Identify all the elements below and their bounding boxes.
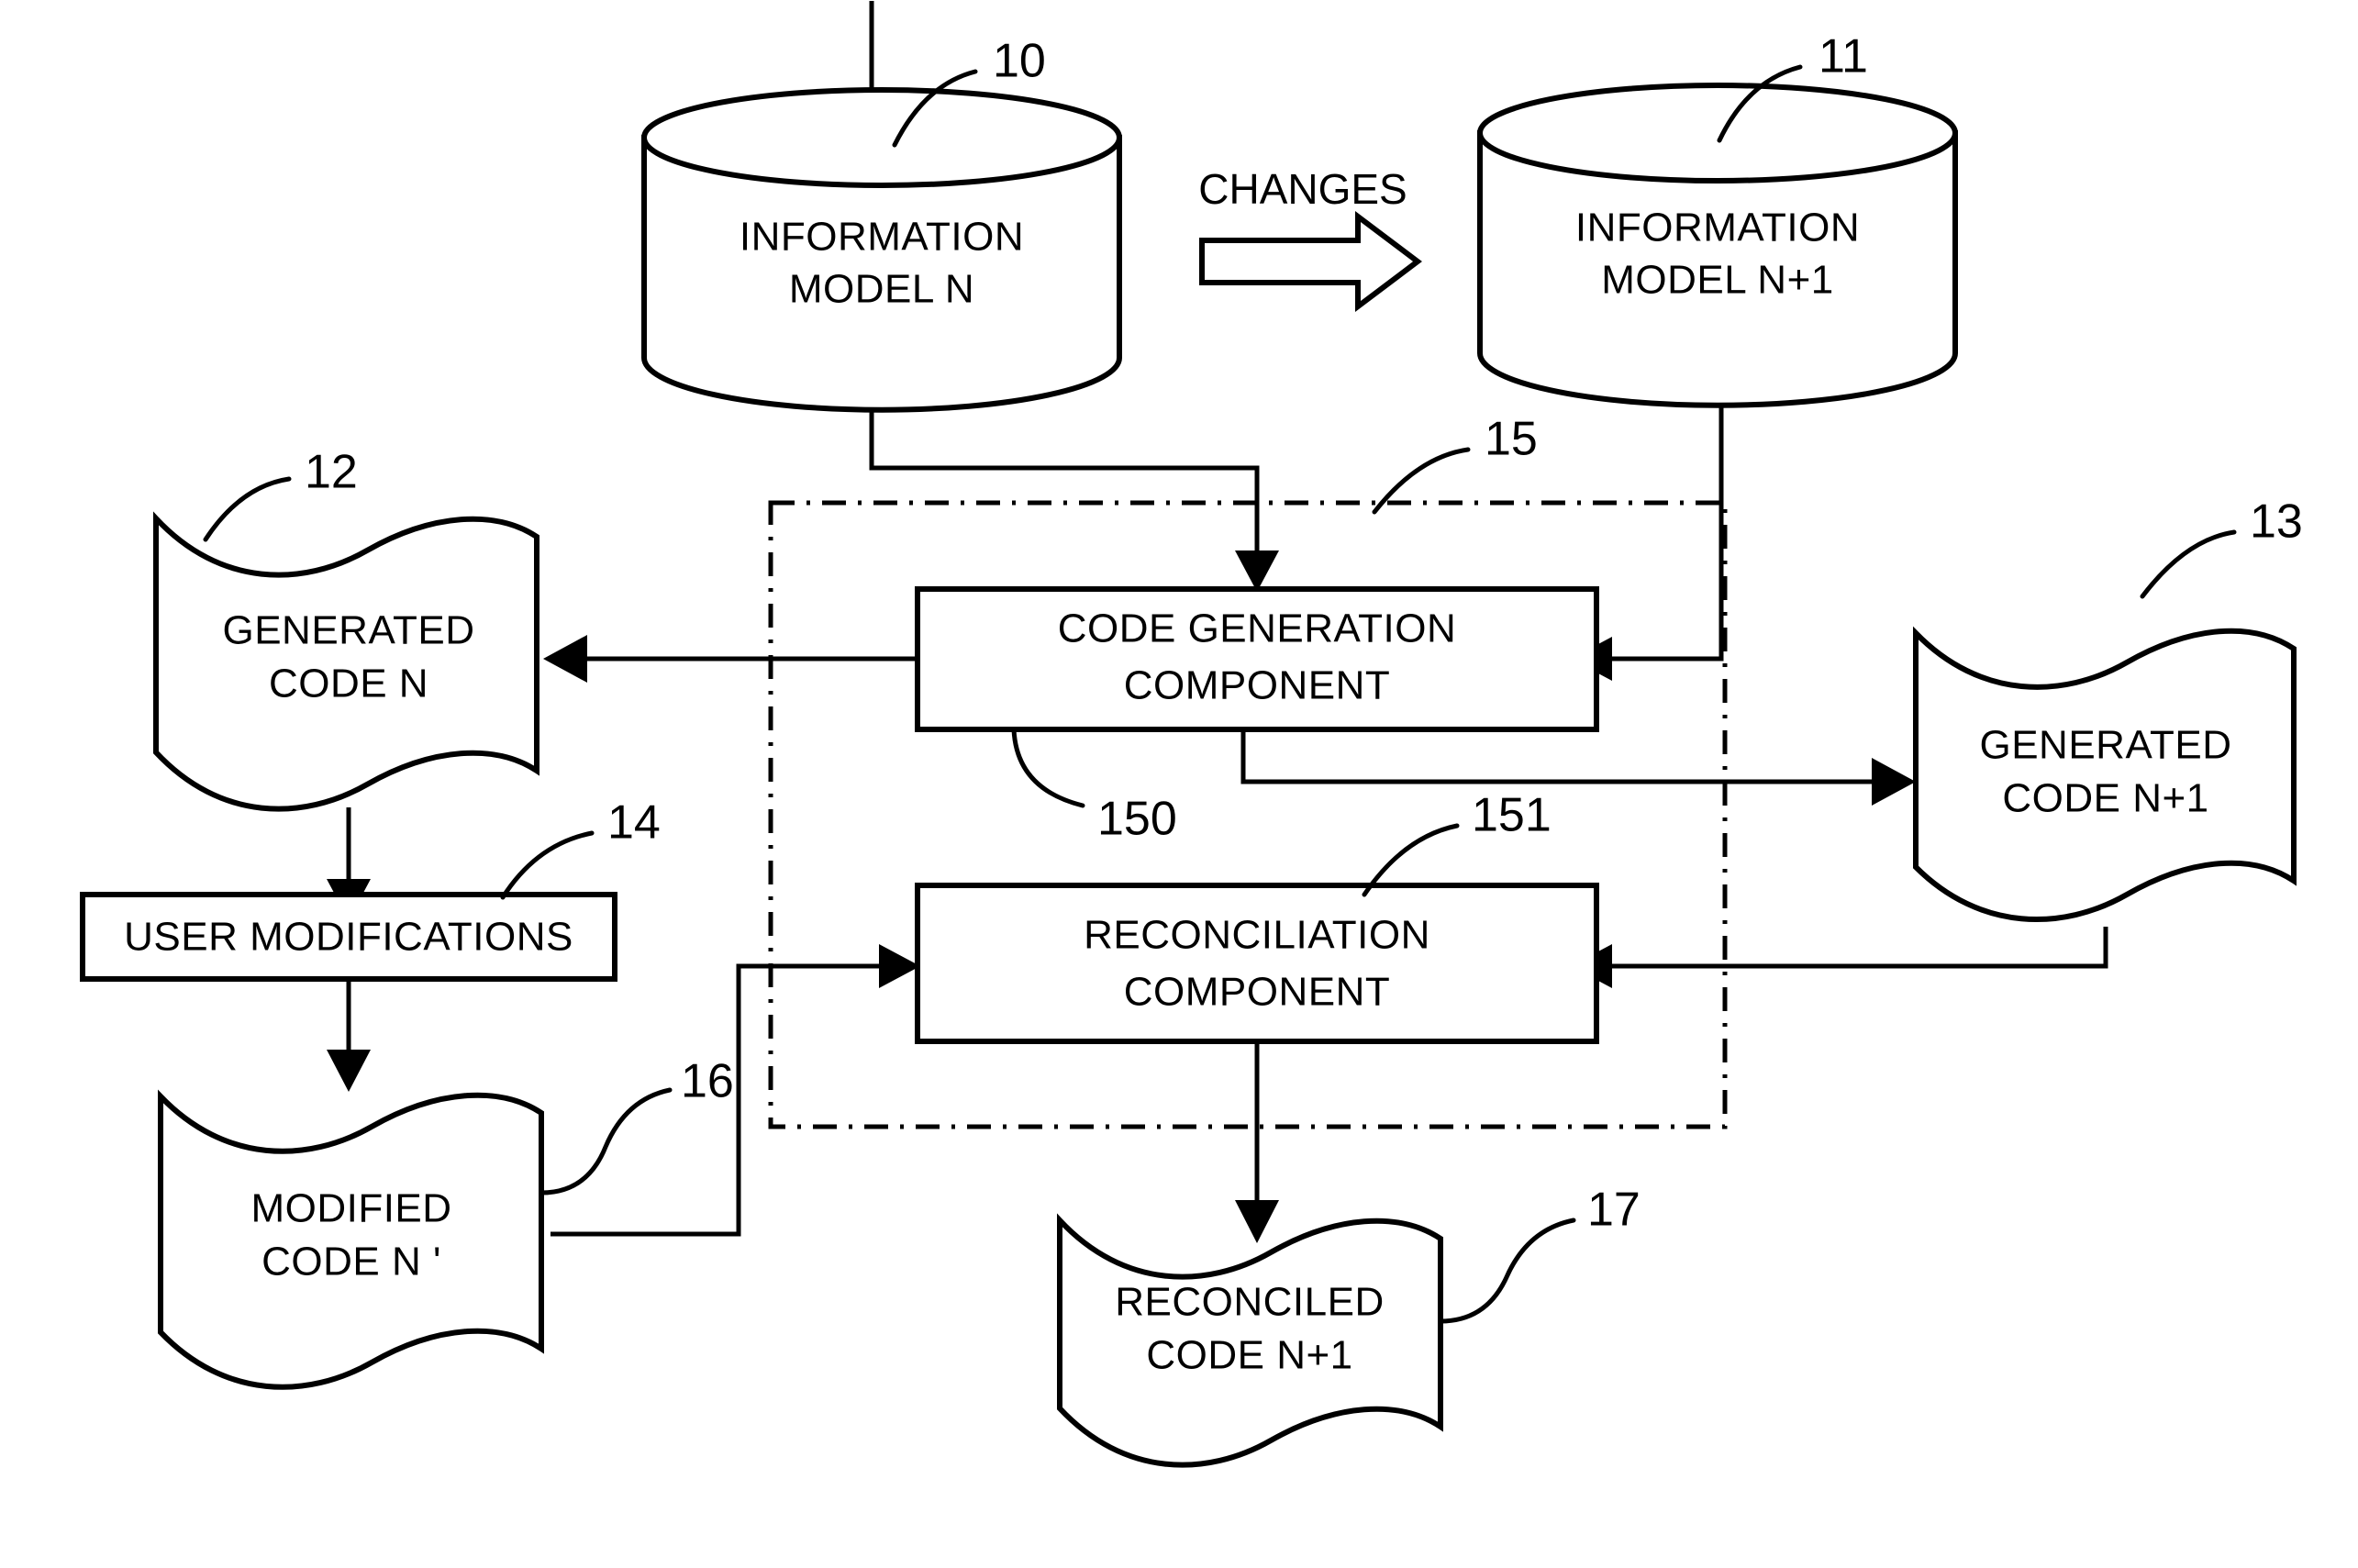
arrowhead-modified-to-reconciliation — [879, 944, 920, 988]
node-reconciled-code-n-plus-1: RECONCILED CODE N+1 — [1057, 1213, 1443, 1468]
node-information-model-n-plus-1: INFORMATION MODEL N+1 — [1477, 83, 1958, 408]
leader-line-14 — [500, 830, 595, 900]
node-modified-code-n-prime: MODIFIED CODE N ' — [158, 1089, 544, 1390]
ref-number-12: 12 — [305, 446, 358, 499]
ref-number-151: 151 — [1472, 789, 1552, 842]
ref-number-10: 10 — [993, 35, 1046, 88]
ref-number-13: 13 — [2250, 495, 2303, 549]
ref-number-17: 17 — [1587, 1184, 1641, 1237]
leader-line-16 — [539, 1087, 673, 1195]
reconciled-code-line1: RECONCILED — [1115, 1280, 1385, 1325]
node-generated-code-n: GENERATED CODE N — [153, 511, 539, 812]
ref-number-14: 14 — [607, 796, 661, 850]
generated-code-n-line1: GENERATED — [222, 608, 474, 653]
modified-code-line2: CODE N ' — [261, 1240, 441, 1284]
generated-code-n1-line2: CODE N+1 — [2002, 776, 2208, 821]
figure-canvas: INFORMATION MODEL N 10 INFORMATION MODEL… — [0, 0, 2358, 1568]
changes-block-arrow-icon — [1199, 210, 1422, 313]
modified-code-line1: MODIFIED — [250, 1186, 451, 1231]
leader-line-150 — [1011, 727, 1085, 808]
code-generation-line2: COMPONENT — [1124, 663, 1391, 708]
arrowhead-codegen-to-generated-n1 — [1872, 758, 1916, 806]
arrowhead-model-n-to-codegen — [1235, 550, 1279, 592]
connector-generated-n1-to-reconciliation — [1596, 927, 2108, 969]
code-generation-line1: CODE GENERATION — [1058, 606, 1457, 651]
leader-line-17 — [1438, 1218, 1576, 1324]
generated-code-n1-line1: GENERATED — [1979, 723, 2231, 768]
reconciled-code-line2: CODE N+1 — [1146, 1333, 1352, 1378]
node-generated-code-n-plus-1: GENERATED CODE N+1 — [1913, 626, 2297, 922]
arrowhead-usermods-to-modified — [327, 1050, 371, 1092]
arrowhead-reconciliation-to-reconciled — [1235, 1200, 1279, 1243]
rect-shape-151 — [915, 883, 1599, 1044]
ref-number-150: 150 — [1097, 793, 1177, 846]
ref-number-15: 15 — [1485, 413, 1538, 466]
ref-number-16: 16 — [681, 1055, 734, 1108]
cylinder-top-10 — [641, 87, 1122, 188]
arrowhead-codegen-to-generated-n — [543, 635, 587, 683]
connector-model-n1-to-codegen — [1596, 367, 1724, 662]
information-model-n-line2: MODEL N — [789, 267, 974, 312]
cylinder-top-11 — [1477, 83, 1958, 183]
information-model-n-line1: INFORMATION — [740, 215, 1024, 260]
changes-label: CHANGES — [1198, 165, 1407, 213]
node-reconciliation-component: RECONCILIATION COMPONENT — [915, 883, 1599, 1044]
information-model-n1-line1: INFORMATION — [1575, 206, 1860, 250]
node-code-generation-component: CODE GENERATION COMPONENT — [915, 586, 1599, 732]
user-modifications-label: USER MODIFICATIONS — [124, 915, 573, 960]
generated-code-n-line2: CODE N — [269, 662, 428, 706]
node-user-modifications: USER MODIFICATIONS — [80, 892, 617, 982]
leader-line-13 — [2140, 529, 2237, 599]
connector-codegen-to-generated-n1 — [1240, 729, 1885, 784]
reconciliation-line1: RECONCILIATION — [1084, 913, 1430, 958]
ref-number-11: 11 — [1819, 30, 1868, 83]
diagram-svg: INFORMATION MODEL N 10 INFORMATION MODEL… — [80, 1, 2303, 1468]
reconciliation-line2: COMPONENT — [1124, 970, 1391, 1015]
node-information-model-n: INFORMATION MODEL N — [641, 87, 1122, 413]
information-model-n1-line2: MODEL N+1 — [1601, 258, 1834, 303]
leader-line-12 — [203, 476, 292, 542]
